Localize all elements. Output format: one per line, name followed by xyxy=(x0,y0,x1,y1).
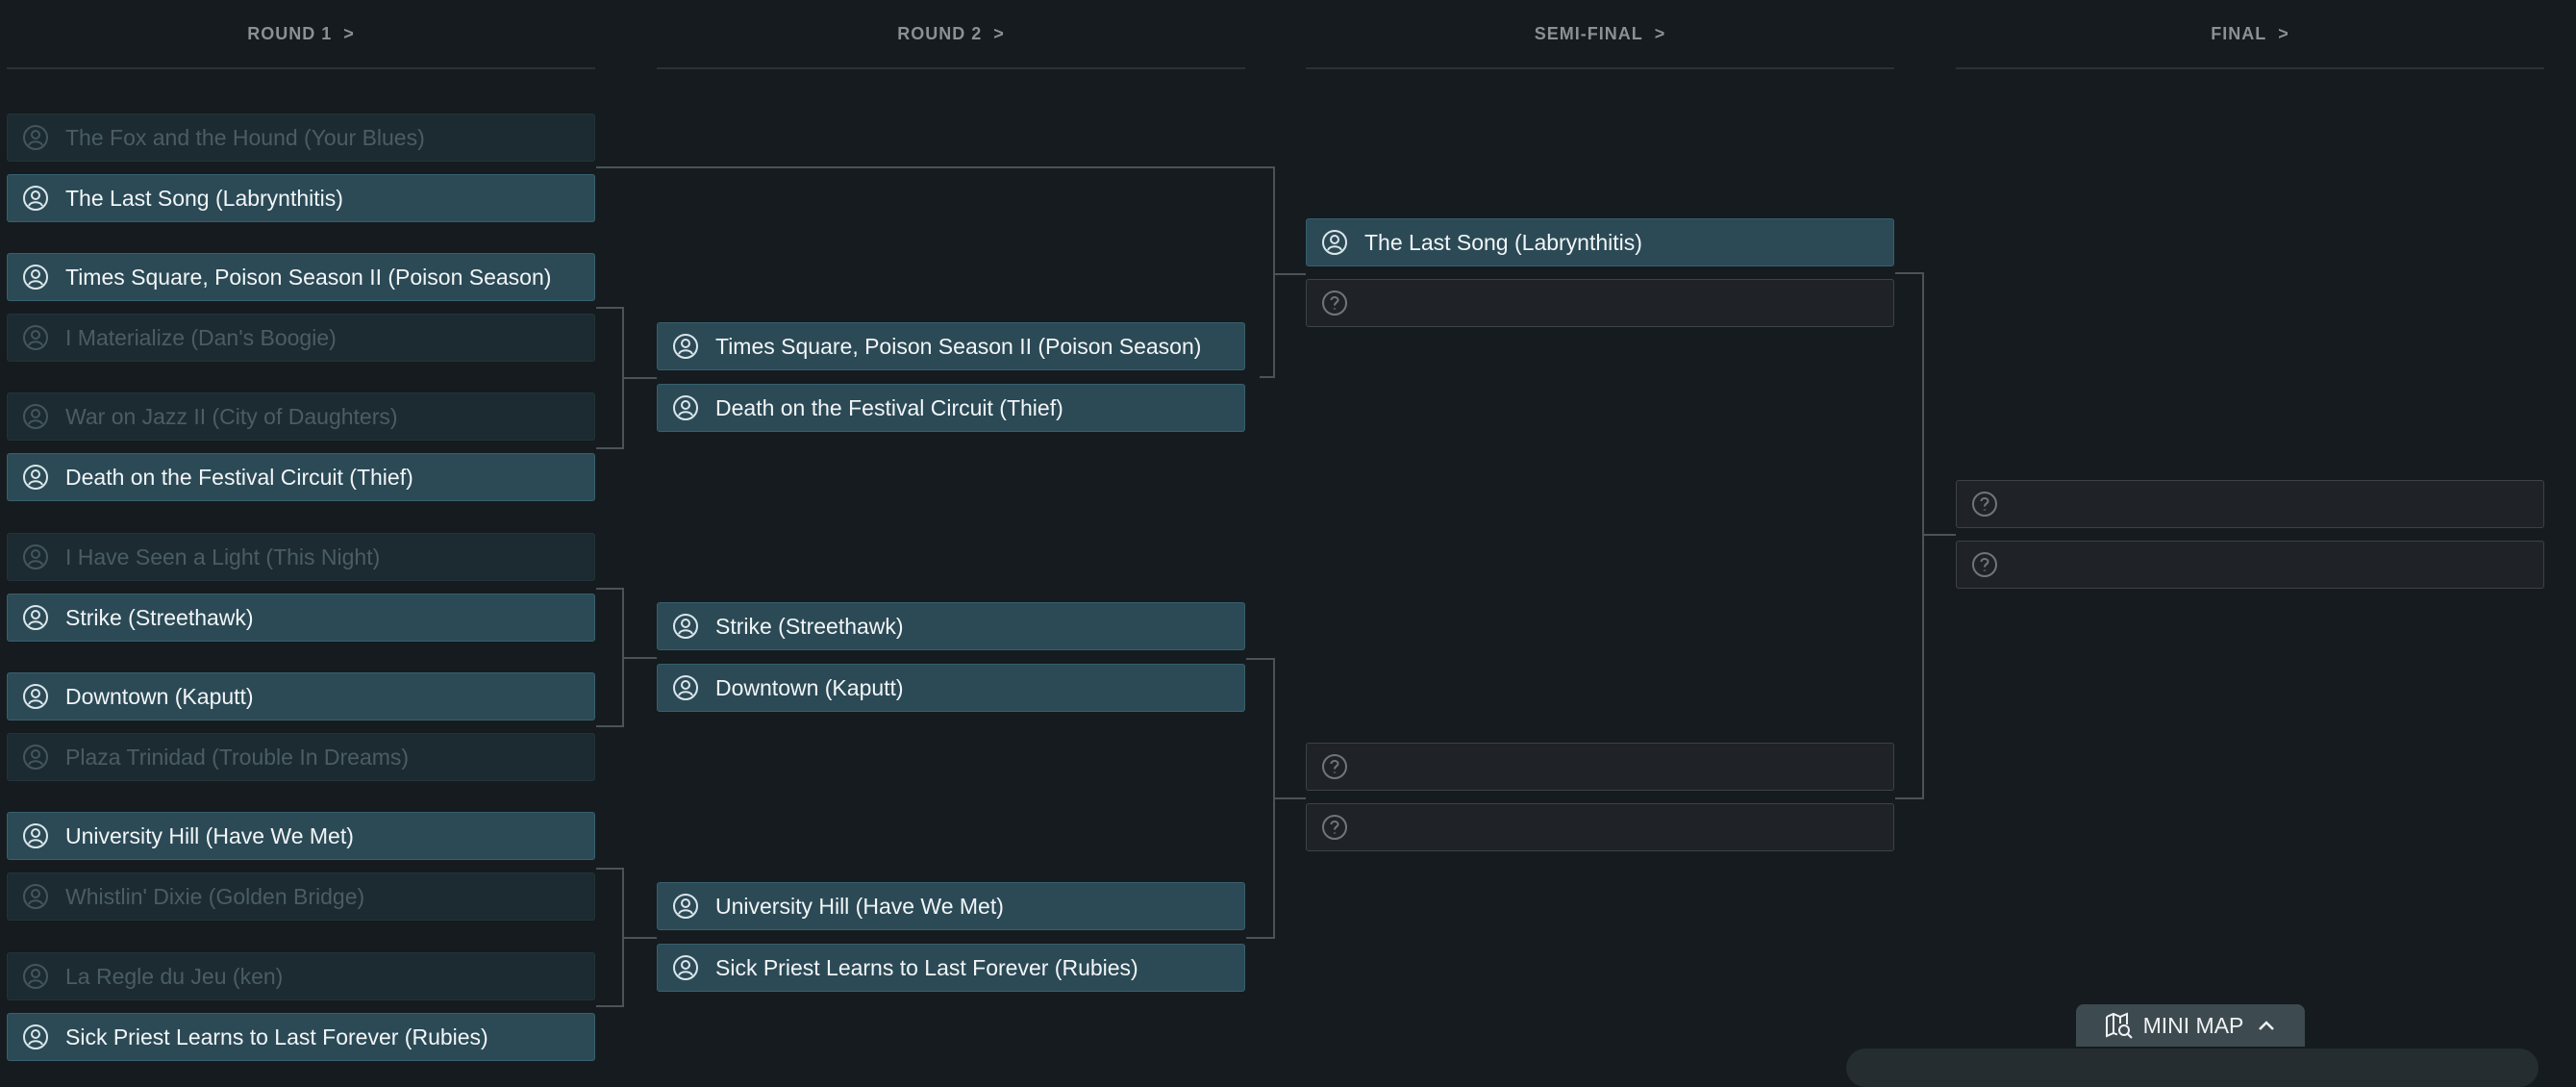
user-icon xyxy=(21,463,50,492)
match-slot-empty[interactable] xyxy=(1956,480,2544,528)
chevron-up-icon xyxy=(2257,1019,2276,1032)
question-mark-icon xyxy=(1970,550,1999,579)
match-slot-empty[interactable] xyxy=(1306,743,1894,791)
song-title: University Hill (Have We Met) xyxy=(65,822,354,848)
match-slot[interactable]: University Hill (Have We Met) xyxy=(7,812,595,860)
bottom-toolbar xyxy=(1846,1049,2538,1087)
user-icon xyxy=(21,603,50,632)
match-slot-empty[interactable] xyxy=(1306,279,1894,327)
mini-map-toggle[interactable]: MINI MAP xyxy=(2076,1004,2305,1047)
match-slot[interactable]: Whistlin' Dixie (Golden Bridge) xyxy=(7,872,595,921)
user-icon xyxy=(21,263,50,291)
question-mark-icon xyxy=(1320,289,1349,317)
song-title: Sick Priest Learns to Last Forever (Rubi… xyxy=(65,1024,488,1049)
user-icon xyxy=(21,123,50,152)
user-icon xyxy=(671,953,700,982)
song-title: Downtown (Kaputt) xyxy=(715,674,904,700)
song-title: Whistlin' Dixie (Golden Bridge) xyxy=(65,883,365,909)
song-title: Times Square, Poison Season II (Poison S… xyxy=(65,264,552,290)
song-title: Strike (Streethawk) xyxy=(715,613,904,639)
connector xyxy=(596,307,657,449)
match-slot[interactable]: University Hill (Have We Met) xyxy=(657,882,1245,930)
user-icon xyxy=(21,682,50,711)
match-slot[interactable]: I Have Seen a Light (This Night) xyxy=(7,533,595,581)
match-slot[interactable]: The Last Song (Labrynthitis) xyxy=(7,174,595,222)
song-title: Death on the Festival Circuit (Thief) xyxy=(715,394,1063,420)
connector xyxy=(1895,272,1956,799)
song-title: Downtown (Kaputt) xyxy=(65,683,254,709)
song-title: I Materialize (Dan's Boogie) xyxy=(65,324,337,350)
user-icon xyxy=(21,402,50,431)
match-slot[interactable]: Sick Priest Learns to Last Forever (Rubi… xyxy=(657,944,1245,992)
match-slot[interactable]: War on Jazz II (City of Daughters) xyxy=(7,392,595,441)
user-icon xyxy=(21,743,50,771)
song-title: La Regle du Jeu (ken) xyxy=(65,963,284,989)
song-title: Death on the Festival Circuit (Thief) xyxy=(65,464,413,490)
match-slot[interactable]: Downtown (Kaputt) xyxy=(7,672,595,720)
user-icon xyxy=(21,882,50,911)
user-icon xyxy=(21,1023,50,1051)
question-mark-icon xyxy=(1320,813,1349,842)
song-title: War on Jazz II (City of Daughters) xyxy=(65,403,398,429)
song-title: The Last Song (Labrynthitis) xyxy=(65,185,343,211)
question-mark-icon xyxy=(1970,490,1999,518)
connector xyxy=(1246,658,1306,939)
match-slot[interactable]: Times Square, Poison Season II (Poison S… xyxy=(657,322,1245,370)
question-mark-icon xyxy=(1320,752,1349,781)
match-slot[interactable]: Downtown (Kaputt) xyxy=(657,664,1245,712)
match-slot[interactable]: The Fox and the Hound (Your Blues) xyxy=(7,114,595,162)
song-title: Times Square, Poison Season II (Poison S… xyxy=(715,333,1202,359)
song-title: Strike (Streethawk) xyxy=(65,604,254,630)
match-slot-empty[interactable] xyxy=(1956,541,2544,589)
song-title: University Hill (Have We Met) xyxy=(715,893,1004,919)
user-icon xyxy=(21,822,50,850)
song-title: Sick Priest Learns to Last Forever (Rubi… xyxy=(715,954,1138,980)
user-icon xyxy=(671,332,700,361)
song-title: I Have Seen a Light (This Night) xyxy=(65,544,381,569)
user-icon xyxy=(21,543,50,571)
map-search-icon xyxy=(2105,1012,2134,1039)
user-icon xyxy=(21,184,50,213)
user-icon xyxy=(671,673,700,702)
match-slot[interactable]: Strike (Streethawk) xyxy=(657,602,1245,650)
match-slot-empty[interactable] xyxy=(1306,803,1894,851)
match-slot[interactable]: Death on the Festival Circuit (Thief) xyxy=(657,384,1245,432)
connector xyxy=(596,868,657,1007)
user-icon xyxy=(671,393,700,422)
song-title: The Last Song (Labrynthitis) xyxy=(1364,229,1642,255)
match-slot[interactable]: Sick Priest Learns to Last Forever (Rubi… xyxy=(7,1013,595,1061)
match-slot[interactable]: Plaza Trinidad (Trouble In Dreams) xyxy=(7,733,595,781)
match-slot[interactable]: La Regle du Jeu (ken) xyxy=(7,952,595,1000)
match-slot[interactable]: Death on the Festival Circuit (Thief) xyxy=(7,453,595,501)
song-title: Plaza Trinidad (Trouble In Dreams) xyxy=(65,744,410,770)
user-icon xyxy=(1320,228,1349,257)
connector xyxy=(596,588,657,727)
user-icon xyxy=(21,323,50,352)
song-title: The Fox and the Hound (Your Blues) xyxy=(65,124,425,150)
user-icon xyxy=(21,962,50,991)
match-slot[interactable]: I Materialize (Dan's Boogie) xyxy=(7,314,595,362)
user-icon xyxy=(671,612,700,641)
user-icon xyxy=(671,892,700,921)
match-slot[interactable]: Times Square, Poison Season II (Poison S… xyxy=(7,253,595,301)
mini-map-label: MINI MAP xyxy=(2142,1012,2244,1038)
match-slot[interactable]: The Last Song (Labrynthitis) xyxy=(1306,218,1894,266)
match-slot[interactable]: Strike (Streethawk) xyxy=(7,594,595,642)
